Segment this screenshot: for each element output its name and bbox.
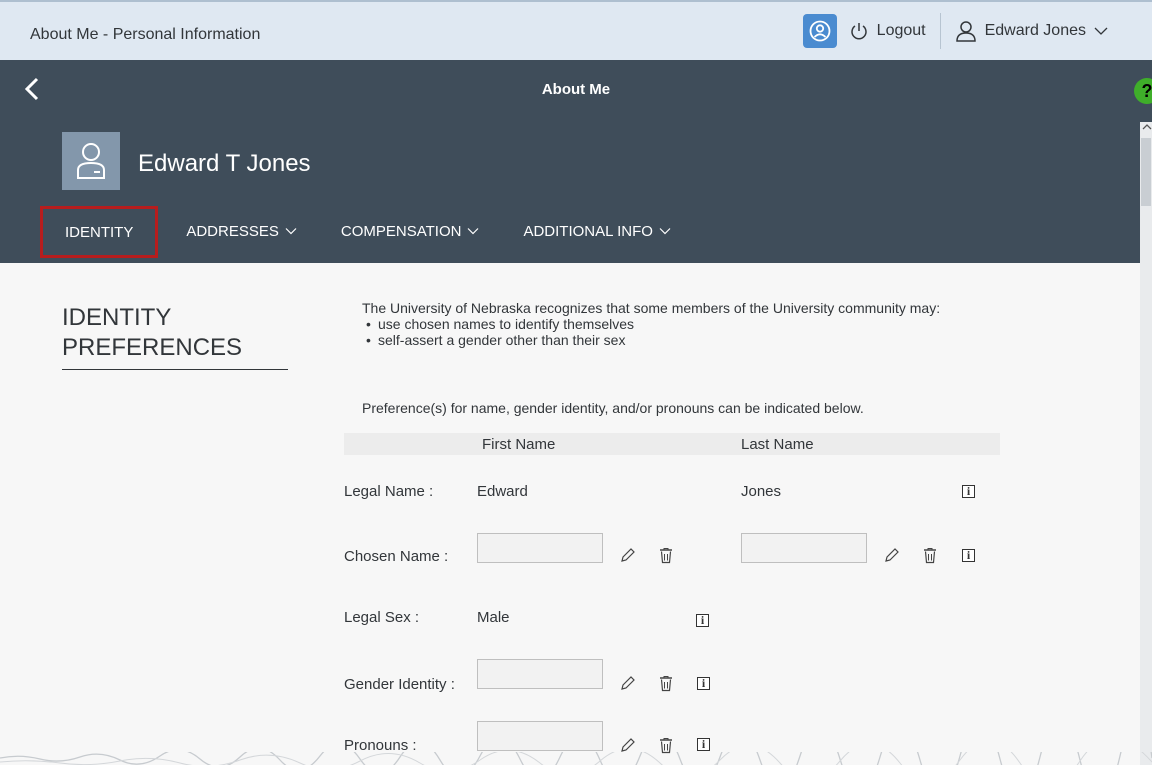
pronouns-field[interactable] (477, 721, 603, 751)
assistant-button[interactable] (802, 14, 837, 48)
tab-label: ADDITIONAL INFO (523, 222, 653, 240)
scrollbar[interactable] (1140, 122, 1152, 765)
nav-bar: About Me ? (0, 60, 1152, 122)
intro-text: The University of Nebraska recognizes th… (362, 300, 982, 348)
column-header-first-name: First Name (482, 436, 556, 453)
pencil-icon[interactable] (883, 546, 901, 564)
trash-icon[interactable] (657, 674, 675, 692)
info-icon[interactable]: i (697, 677, 710, 690)
chevron-down-icon (1094, 27, 1108, 35)
intro-paragraph: The University of Nebraska recognizes th… (362, 300, 941, 316)
gender-identity-field[interactable] (477, 659, 603, 689)
legal-sex-value: Male (477, 609, 510, 626)
legal-sex-label: Legal Sex : (344, 609, 420, 626)
person-placeholder-icon (77, 143, 105, 179)
info-icon[interactable]: i (697, 738, 710, 751)
pencil-icon[interactable] (619, 546, 637, 564)
identity-section: IDENTITY PREFERENCES The University of N… (0, 263, 1140, 765)
shell-title: About Me - Personal Information (30, 26, 261, 43)
tab-identity[interactable]: IDENTITY (40, 206, 159, 258)
bullet-item: self-assert a gender other than their se… (366, 332, 982, 348)
chevron-down-icon (285, 228, 297, 235)
object-header: Edward T Jones IDENTITY ADDRESSES COMPEN… (0, 122, 1140, 263)
person-circle-icon (809, 20, 831, 42)
legal-first-name: Edward (477, 483, 528, 500)
tab-bar: IDENTITY ADDRESSES COMPENSATION ADDITION… (40, 201, 715, 261)
tab-label: COMPENSATION (340, 222, 462, 240)
table-header: First Name Last Name (344, 433, 1000, 455)
torn-edge-decoration (0, 752, 1152, 765)
section-title: IDENTITY PREFERENCES (62, 303, 288, 370)
trash-icon[interactable] (921, 546, 939, 564)
section-title-line2: PREFERENCES (62, 334, 243, 361)
page-title: About Me (541, 81, 611, 98)
legal-name-label: Legal Name : (344, 483, 434, 500)
avatar (62, 132, 120, 190)
logout-label: Logout (876, 22, 926, 39)
tab-label: ADDRESSES (186, 222, 279, 240)
logout-button[interactable]: Logout (849, 21, 940, 41)
person-icon (955, 21, 976, 42)
column-header-last-name: Last Name (741, 436, 814, 453)
chevron-down-icon (468, 228, 479, 235)
chosen-name-label: Chosen Name : (344, 548, 449, 565)
intro-bullets: use chosen names to identify themselves … (362, 316, 982, 348)
trash-icon[interactable] (657, 546, 675, 564)
chosen-first-name-field[interactable] (477, 533, 603, 563)
scrollbar-thumb[interactable] (1141, 138, 1151, 206)
user-menu[interactable]: Edward Jones (941, 20, 1152, 42)
help-icon[interactable]: ? (1134, 78, 1152, 104)
info-icon[interactable]: i (962, 485, 975, 498)
info-icon[interactable]: i (962, 549, 975, 562)
scroll-up-arrow-icon[interactable] (1142, 123, 1152, 133)
pencil-icon[interactable] (619, 674, 637, 692)
section-title-line1: IDENTITY (62, 304, 172, 331)
chevron-down-icon (659, 228, 671, 235)
user-name: Edward Jones (984, 22, 1086, 39)
power-icon (850, 23, 867, 40)
shell-actions: Logout Edward Jones (802, 2, 1152, 60)
chosen-last-name-field[interactable] (741, 533, 867, 563)
preference-note: Preference(s) for name, gender identity,… (362, 400, 864, 416)
info-icon[interactable]: i (696, 614, 709, 627)
tab-additional-info[interactable]: ADDITIONAL INFO (523, 222, 671, 240)
shell-bar: About Me - Personal Information Logout E… (0, 0, 1152, 60)
legal-last-name: Jones (741, 483, 782, 500)
bullet-item: use chosen names to identify themselves (366, 316, 982, 332)
gender-identity-label: Gender Identity : (344, 676, 455, 693)
tab-label: IDENTITY (65, 223, 134, 241)
tab-addresses[interactable]: ADDRESSES (186, 223, 297, 240)
tab-compensation[interactable]: COMPENSATION (341, 223, 480, 240)
person-name: Edward T Jones (138, 150, 311, 177)
